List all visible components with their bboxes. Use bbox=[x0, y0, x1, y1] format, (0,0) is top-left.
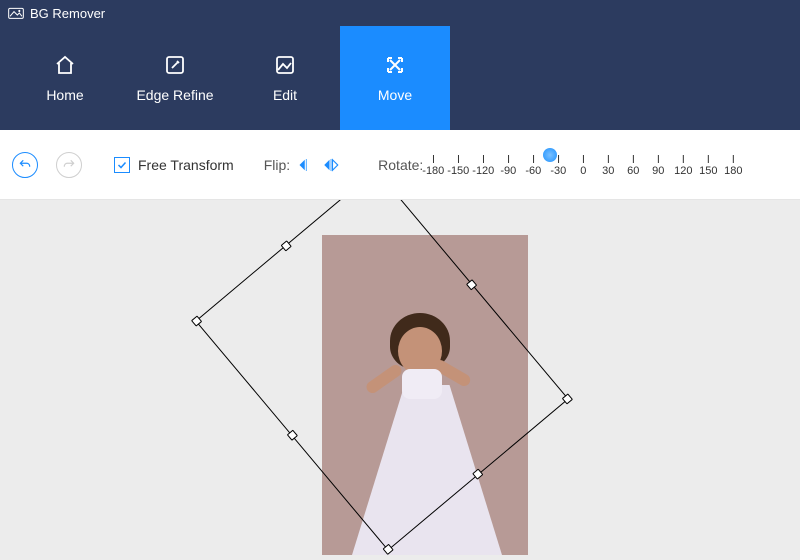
app-logo-icon bbox=[8, 6, 24, 20]
app-title: BG Remover bbox=[30, 6, 105, 21]
main-nav: Home Edge Refine Edit Move bbox=[0, 26, 800, 130]
rotate-tick: -180 bbox=[422, 155, 444, 177]
rotate-tick: -150 bbox=[447, 155, 469, 177]
undo-button[interactable] bbox=[12, 152, 38, 178]
free-transform-toggle[interactable]: Free Transform bbox=[114, 157, 234, 173]
rotate-tick: -90 bbox=[500, 155, 516, 177]
rotate-tick: -60 bbox=[525, 155, 541, 177]
rotate-tick: 60 bbox=[627, 155, 639, 177]
edge-refine-icon bbox=[163, 53, 187, 77]
redo-button[interactable] bbox=[56, 152, 82, 178]
checkbox-icon bbox=[114, 157, 130, 173]
rotate-tick: 150 bbox=[699, 155, 717, 177]
flip-horizontal-button[interactable] bbox=[298, 156, 316, 174]
nav-label: Move bbox=[378, 87, 412, 103]
nav-edit[interactable]: Edit bbox=[230, 26, 340, 130]
nav-move[interactable]: Move bbox=[340, 26, 450, 130]
handle-tl[interactable] bbox=[191, 315, 202, 326]
edit-icon bbox=[273, 53, 297, 77]
move-icon bbox=[383, 53, 407, 77]
rotate-label: Rotate: bbox=[378, 157, 423, 173]
nav-label: Home bbox=[46, 87, 83, 103]
nav-home[interactable]: Home bbox=[10, 26, 120, 130]
flip-controls: Flip: bbox=[264, 156, 340, 174]
move-toolbar: Free Transform Flip: Rotate: -180-150-12… bbox=[0, 130, 800, 200]
nav-edge-refine[interactable]: Edge Refine bbox=[120, 26, 230, 130]
rotate-tick: 30 bbox=[602, 155, 614, 177]
home-icon bbox=[53, 53, 77, 77]
handle-ml[interactable] bbox=[287, 430, 298, 441]
nav-label: Edge Refine bbox=[136, 87, 213, 103]
free-transform-label: Free Transform bbox=[138, 157, 234, 173]
handle-tm[interactable] bbox=[281, 240, 292, 251]
rotate-tick: 120 bbox=[674, 155, 692, 177]
rotate-control: Rotate: -180-150-120-90-60-3003060901201… bbox=[378, 147, 733, 183]
flip-vertical-button[interactable] bbox=[322, 156, 340, 174]
handle-br[interactable] bbox=[562, 393, 573, 404]
rotate-tick: 90 bbox=[652, 155, 664, 177]
rotate-tick: -120 bbox=[472, 155, 494, 177]
rotate-tick: 180 bbox=[724, 155, 742, 177]
flip-label: Flip: bbox=[264, 157, 290, 173]
rotate-slider-thumb[interactable] bbox=[543, 148, 557, 162]
nav-label: Edit bbox=[273, 87, 297, 103]
canvas-area[interactable] bbox=[0, 200, 800, 560]
rotate-slider[interactable]: -180-150-120-90-60-300306090120150180 bbox=[433, 147, 733, 183]
title-bar: BG Remover bbox=[0, 0, 800, 26]
rotate-tick: 0 bbox=[580, 155, 586, 177]
